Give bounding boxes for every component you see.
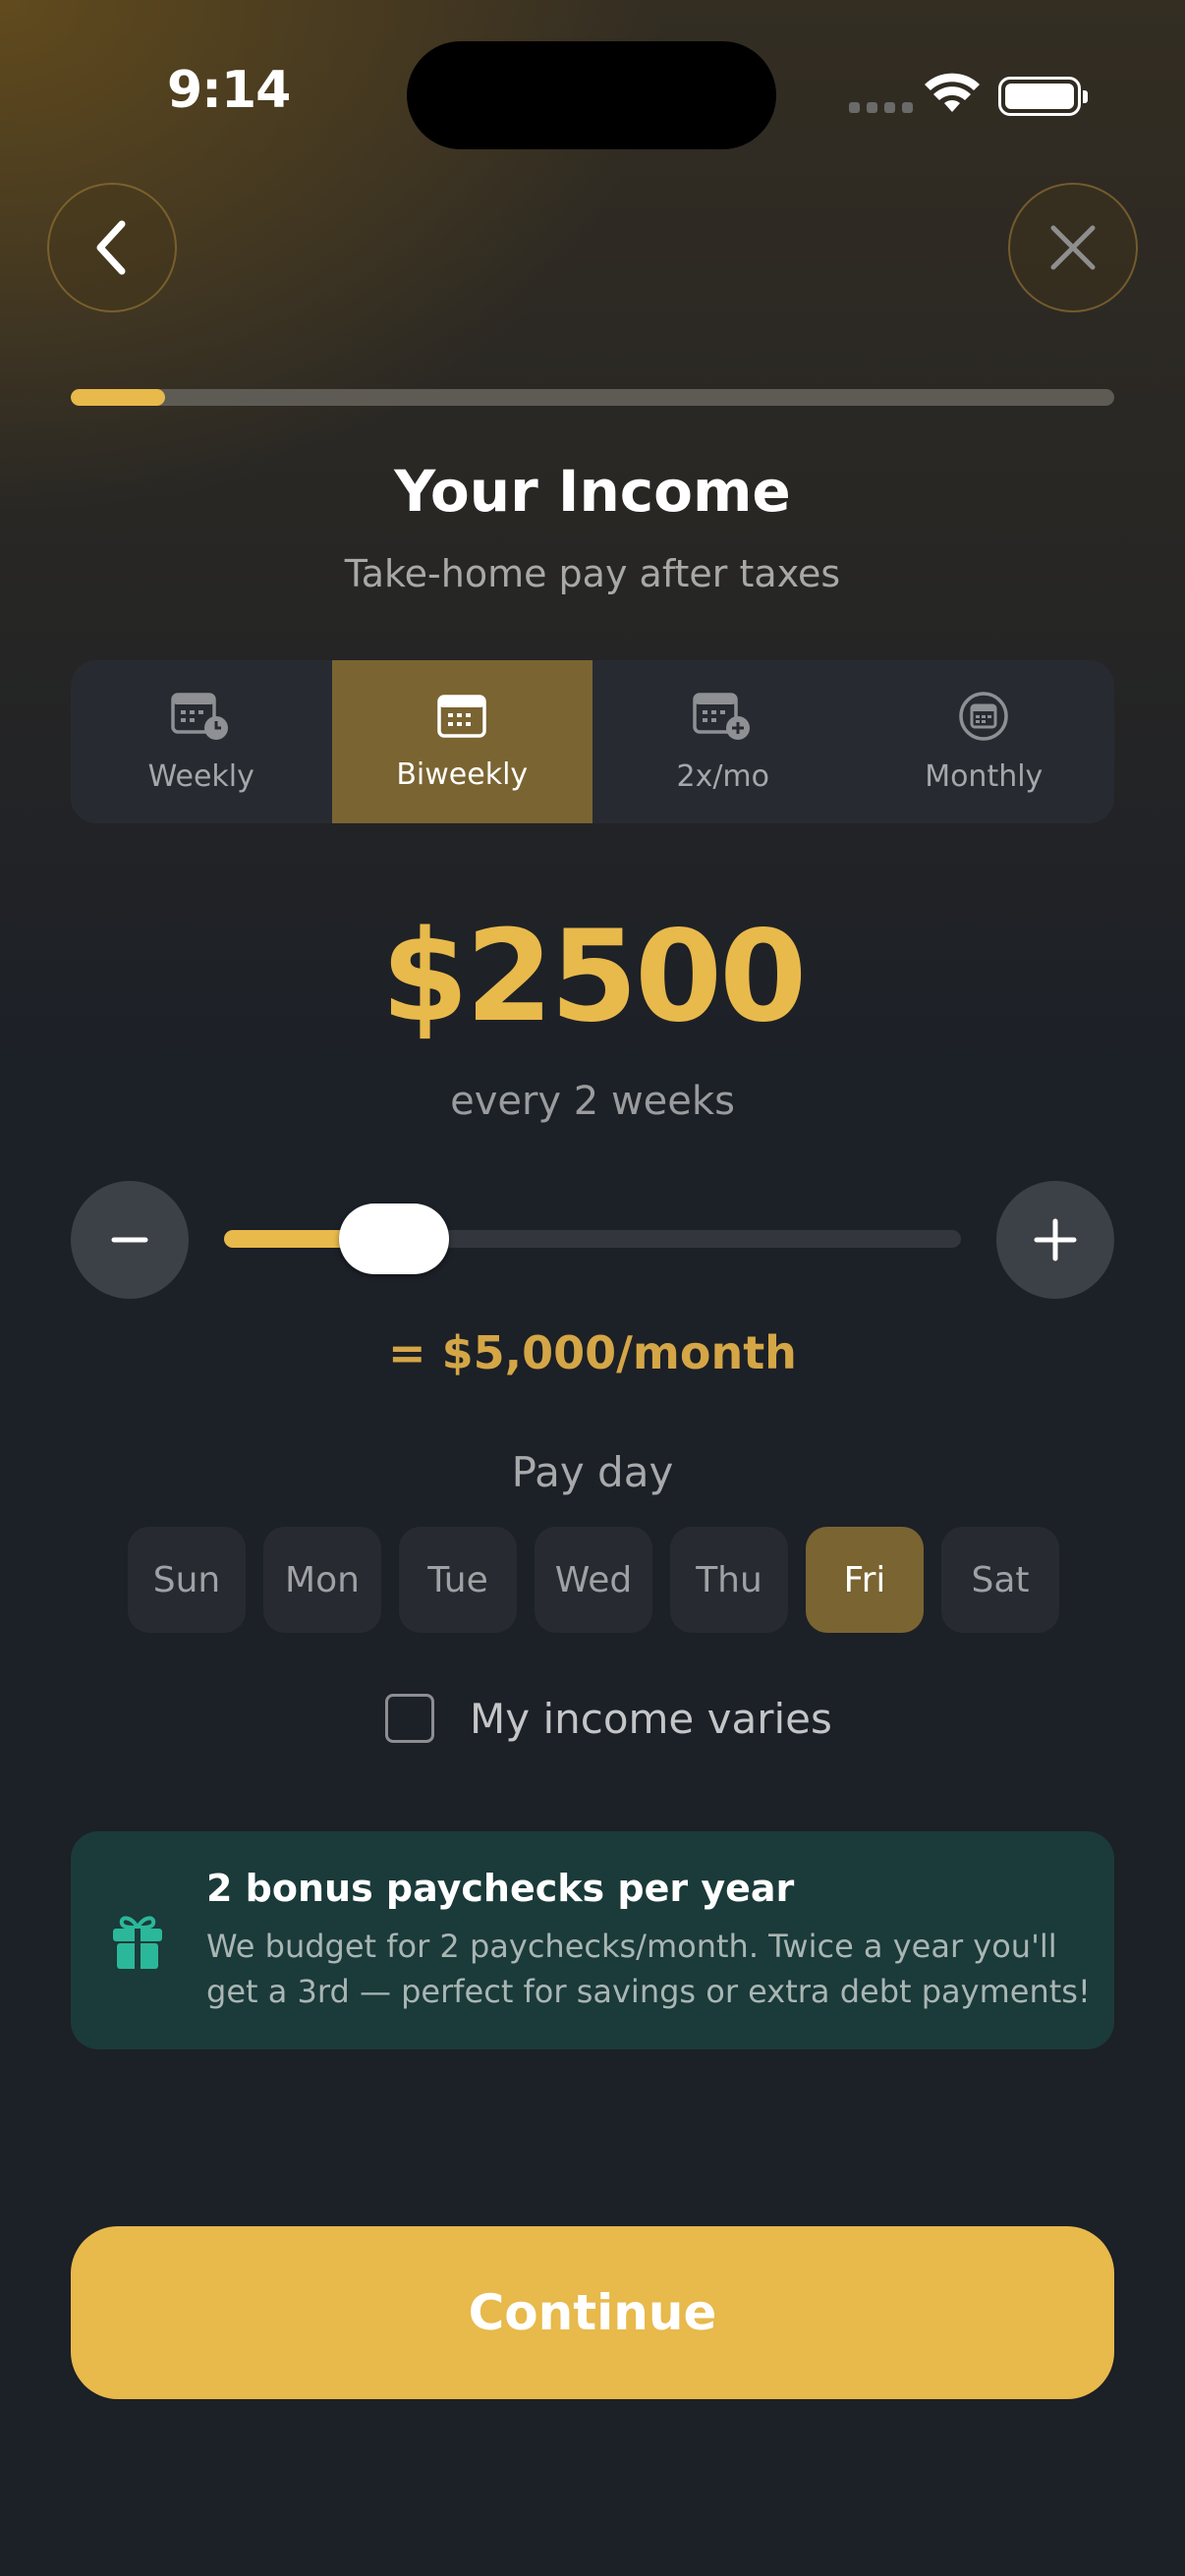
day-fri[interactable]: Fri xyxy=(806,1527,924,1633)
payday-label: Pay day xyxy=(511,1448,674,1496)
frequency-label-twice-monthly: 2x/mo xyxy=(676,758,770,794)
calendar-icon xyxy=(437,694,486,738)
frequency-option-twice-monthly[interactable]: 2x/mo xyxy=(592,660,854,823)
calendar-circle-icon xyxy=(959,691,1008,741)
page-title: Your Income xyxy=(394,458,791,525)
income-slider[interactable] xyxy=(224,1204,961,1274)
minus-icon xyxy=(111,1237,148,1243)
day-wed[interactable]: Wed xyxy=(535,1527,652,1633)
close-icon xyxy=(1050,225,1096,270)
dynamic-island xyxy=(407,41,776,149)
back-button[interactable] xyxy=(47,183,177,312)
pay-frequency-selector: Weekly Biweekly 2x/mo Monthly xyxy=(71,660,1114,823)
onboarding-progress-bar xyxy=(71,389,1114,406)
bonus-paychecks-card: 2 bonus paychecks per year We budget for… xyxy=(71,1831,1114,2049)
income-varies-checkbox[interactable] xyxy=(385,1694,434,1743)
close-button[interactable] xyxy=(1008,183,1138,312)
monthly-equivalent: = $5,000/month xyxy=(388,1326,797,1379)
frequency-option-biweekly[interactable]: Biweekly xyxy=(331,660,592,823)
frequency-label-weekly: Weekly xyxy=(147,758,254,794)
frequency-option-weekly[interactable]: Weekly xyxy=(71,660,332,823)
slider-thumb[interactable] xyxy=(338,1204,449,1274)
day-tue[interactable]: Tue xyxy=(399,1527,517,1633)
gift-icon xyxy=(113,1916,162,1969)
chevron-left-icon xyxy=(96,220,126,275)
day-sat[interactable]: Sat xyxy=(941,1527,1059,1633)
frequency-option-monthly[interactable]: Monthly xyxy=(854,660,1115,823)
wifi-icon xyxy=(924,73,981,120)
cellular-signal-icon xyxy=(849,102,913,113)
battery-icon xyxy=(998,77,1088,116)
frequency-label-biweekly: Biweekly xyxy=(396,756,529,792)
calendar-plus-icon xyxy=(693,692,750,740)
plus-icon xyxy=(1034,1218,1077,1261)
status-time: 9:14 xyxy=(167,61,291,120)
income-varies-label: My income varies xyxy=(470,1694,832,1743)
frequency-label-monthly: Monthly xyxy=(925,758,1044,794)
income-period: every 2 weeks xyxy=(450,1079,735,1124)
day-mon[interactable]: Mon xyxy=(263,1527,381,1633)
continue-button[interactable]: Continue xyxy=(71,2226,1114,2399)
calendar-clock-icon xyxy=(171,692,228,740)
decrease-amount-button[interactable] xyxy=(71,1181,189,1299)
progress-fill xyxy=(71,389,165,406)
page-subtitle: Take-home pay after taxes xyxy=(344,552,841,595)
day-sun[interactable]: Sun xyxy=(128,1527,246,1633)
payday-selector: Sun Mon Tue Wed Thu Fri Sat xyxy=(128,1527,1059,1633)
income-amount: $2500 xyxy=(380,904,807,1050)
income-varies-toggle[interactable]: My income varies xyxy=(385,1694,832,1743)
bonus-card-text: We budget for 2 paychecks/month. Twice a… xyxy=(206,1928,1091,2010)
increase-amount-button[interactable] xyxy=(996,1181,1114,1299)
day-thu[interactable]: Thu xyxy=(670,1527,788,1633)
bonus-card-title: 2 bonus paychecks per year xyxy=(206,1867,795,1910)
